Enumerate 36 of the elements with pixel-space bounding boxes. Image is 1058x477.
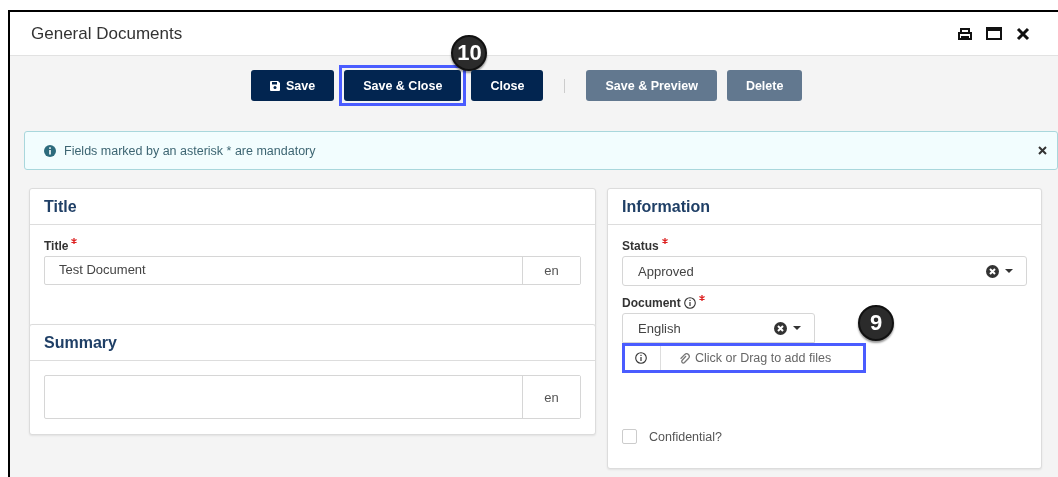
close-icon[interactable] [1016,26,1030,41]
field-value: Test Document [59,262,146,277]
close-icon[interactable] [1038,146,1047,155]
caret-icon [1005,269,1013,273]
checkbox[interactable] [622,429,637,444]
maximize-icon[interactable] [986,27,1002,40]
text-field[interactable]: Test Document en [44,256,581,285]
info-icon [683,297,696,309]
status-dropdown[interactable]: Approved [622,256,1027,286]
info-icon [635,352,647,364]
banner-text: Fields marked by an asterisk * are mandatory [64,143,317,158]
clear-icon [774,321,787,335]
info-icon [44,144,56,157]
toolbar-button[interactable]: Save & Close [344,70,462,101]
language-dropdown[interactable]: English [622,313,815,343]
card-heading: Information [622,198,710,215]
field-label: Document [622,296,681,310]
step-number-badge: 10 [451,35,488,71]
text-field[interactable]: en [44,375,581,419]
window-title: General Documents [31,23,184,44]
print-icon[interactable] [958,27,972,40]
step-number-badge: 9 [858,305,894,341]
card-heading: Title [44,198,77,215]
toolbar-button[interactable]: Save [251,70,335,101]
caret-icon [793,326,801,330]
paperclip-icon [679,352,690,364]
toolbar-button[interactable]: Close [471,70,544,101]
field-label: Title [44,239,69,253]
card-heading: Summary [44,334,117,351]
language-button[interactable]: en [522,257,580,284]
clear-icon [986,264,999,278]
checkbox-label: Confidential? [649,429,722,444]
save-icon [270,80,280,91]
language-button[interactable]: en [522,376,580,418]
field-label: Status [622,239,659,253]
file-upload-button[interactable]: Click or Drag to add files [661,351,832,365]
